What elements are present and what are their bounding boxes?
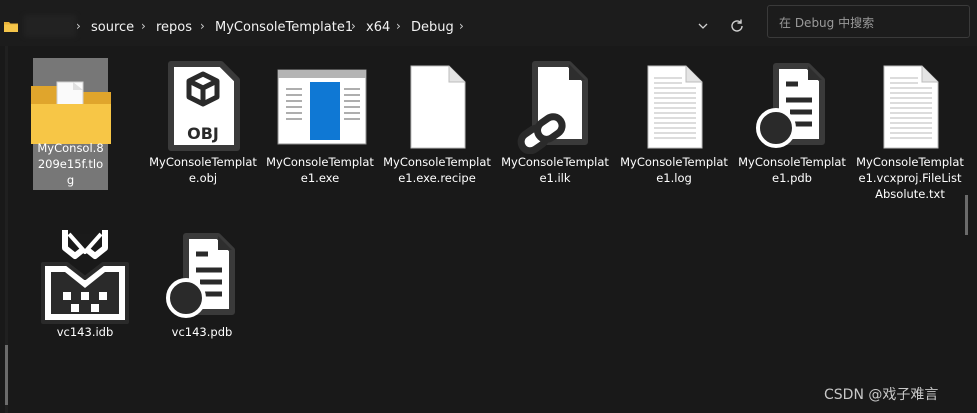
address-bar-region: › source › repos › MyConsoleTemplate1 › …: [0, 0, 977, 46]
chevron-right-icon[interactable]: ›: [200, 19, 205, 33]
redacted-path: [24, 15, 76, 37]
file-name-label: MyConsoleTemplate1.exe: [266, 155, 374, 185]
file-name-label: MyConsoleTemplate1.exe.recipe: [383, 155, 491, 185]
nav-pane-scrollbar[interactable]: [5, 345, 8, 405]
file-item[interactable]: MyConsol.8209e15f.tlog: [31, 58, 111, 190]
text-file-icon: [647, 65, 703, 149]
file-item[interactable]: MyConsoleTemplate1.exe: [263, 58, 377, 186]
search-input[interactable]: [777, 13, 961, 33]
file-name-label: MyConsol.8209e15f.tlog: [37, 141, 104, 187]
blank-file-icon: [410, 65, 466, 149]
chevron-right-icon[interactable]: ›: [76, 19, 81, 33]
file-item[interactable]: MyConsoleTemplate1.vcxproj.FileListAbsol…: [853, 58, 967, 202]
text-file-icon: [883, 65, 939, 149]
obj-icon-text: OBJ: [187, 124, 219, 143]
breadcrumb-repos[interactable]: repos: [156, 20, 192, 35]
chevron-right-icon[interactable]: ›: [141, 19, 146, 33]
file-name-label: MyConsoleTemplate1.ilk: [501, 155, 609, 185]
pdb-file-icon: [756, 63, 825, 148]
file-item[interactable]: vc143.idb: [28, 228, 142, 340]
obj-file-icon: OBJ: [168, 61, 240, 151]
exe-file-icon: [277, 69, 367, 145]
chevron-right-icon[interactable]: ›: [351, 19, 356, 33]
search-box[interactable]: [767, 5, 970, 38]
file-item[interactable]: MyConsoleTemplate1.exe.recipe: [380, 58, 494, 186]
file-name-label: vc143.idb: [56, 325, 114, 339]
pdb-file-icon: [166, 233, 235, 318]
file-name-label: MyConsoleTemplate1.log: [620, 155, 728, 185]
breadcrumb-source[interactable]: source: [91, 20, 134, 35]
linked-file-icon: [517, 61, 588, 154]
file-name-label: MyConsoleTemplate1.vcxproj.FileListAbsol…: [856, 155, 964, 201]
file-name-label: vc143.pdb: [171, 325, 233, 339]
breadcrumb-debug[interactable]: Debug: [411, 20, 454, 35]
file-item[interactable]: OBJ MyConsoleTemplate.obj: [146, 58, 260, 186]
watermark: CSDN @戏子难言: [824, 387, 939, 403]
breadcrumb-x64[interactable]: x64: [366, 20, 390, 35]
chevron-right-icon[interactable]: ›: [396, 19, 401, 33]
chevron-right-icon[interactable]: ›: [459, 19, 464, 33]
idb-file-icon: [41, 230, 129, 324]
refresh-icon[interactable]: [729, 18, 745, 34]
file-item[interactable]: MyConsoleTemplate1.ilk: [498, 58, 612, 186]
file-item[interactable]: vc143.pdb: [145, 228, 259, 340]
file-name-label: MyConsoleTemplate1.pdb: [738, 155, 846, 185]
folder-icon: [4, 22, 18, 32]
address-bar[interactable]: › source › repos › MyConsoleTemplate1 › …: [0, 6, 757, 38]
file-item[interactable]: MyConsoleTemplate1.pdb: [735, 58, 849, 186]
chevron-down-icon[interactable]: [696, 19, 710, 33]
breadcrumb-project[interactable]: MyConsoleTemplate1: [215, 20, 353, 35]
file-item[interactable]: MyConsoleTemplate1.log: [617, 58, 731, 186]
file-name-label: MyConsoleTemplate.obj: [149, 155, 257, 185]
